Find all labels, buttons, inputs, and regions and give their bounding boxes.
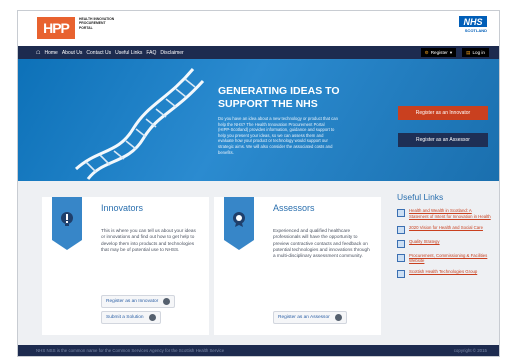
- document-icon: [397, 239, 405, 248]
- register-assessor-button[interactable]: Register as an Assessor: [398, 133, 488, 147]
- login-button[interactable]: ▤ Log in: [462, 48, 489, 57]
- caret-down-icon: ▾: [449, 49, 453, 55]
- submit-solution-label: Submit a Solution: [106, 315, 144, 320]
- useful-link-item[interactable]: Procurement, Commissioning & Facilities …: [397, 253, 492, 265]
- hero-text: Do you have an idea about a new technolo…: [218, 116, 338, 155]
- dna-helix-icon: [74, 68, 205, 180]
- logo-subtitle: HEALTH INNOVATION PROCUREMENT PORTAL: [79, 17, 115, 30]
- submit-solution-button[interactable]: Submit a Solution: [101, 311, 161, 324]
- useful-links-title: Useful Links: [397, 192, 444, 202]
- innovators-register-button[interactable]: Register as an Innovator: [101, 295, 176, 308]
- document-icon: [397, 253, 405, 262]
- register-icon: ⚙: [424, 49, 429, 55]
- hipp-logo[interactable]: HPP: [37, 17, 75, 39]
- innovators-card: Innovators This is where you can tell us…: [42, 197, 209, 335]
- home-icon[interactable]: ☖: [36, 50, 40, 56]
- main-navigation: ☖ Home About Us Contact Us Useful Links …: [18, 46, 499, 59]
- login-icon: ▤: [466, 49, 471, 55]
- arrow-circle-icon: [334, 314, 342, 321]
- browser-frame: HPP HEALTH INNOVATION PROCUREMENT PORTAL…: [17, 10, 500, 357]
- innovators-register-label: Register as an Innovator: [106, 299, 159, 304]
- useful-link-item[interactable]: Health and Wealth in Scotland: A Stateme…: [397, 208, 492, 220]
- arrow-circle-icon: [148, 314, 156, 321]
- useful-links-panel: Useful Links Health and Wealth in Scotla…: [397, 192, 492, 283]
- document-icon: [397, 225, 405, 234]
- document-icon: [397, 209, 405, 217]
- hero-title: GENERATING IDEAS TO SUPPORT THE NHS: [218, 85, 340, 110]
- useful-link-label[interactable]: Quality Strategy: [409, 239, 440, 248]
- nhs-subtitle: SCOTLAND: [464, 28, 487, 33]
- register-innovator-button[interactable]: Register as an Innovator: [398, 106, 488, 120]
- useful-link-label[interactable]: 2020 Vision for Health and Social Care: [409, 225, 483, 234]
- lightbulb-icon: [61, 212, 73, 226]
- footer-text: NHS NSS is the common name for the Commo…: [36, 348, 225, 353]
- nav-contact-us[interactable]: Contact Us: [86, 50, 111, 56]
- useful-link-label[interactable]: Procurement, Commissioning & Facilities …: [409, 253, 492, 265]
- useful-link-label[interactable]: Scottish Health Technologies Group: [409, 269, 477, 278]
- useful-link-item[interactable]: Scottish Health Technologies Group: [397, 269, 492, 279]
- badge-icon: [233, 212, 245, 227]
- useful-link-item[interactable]: 2020 Vision for Health and Social Care: [397, 225, 492, 234]
- nhs-logo: NHS: [459, 16, 487, 27]
- nav-disclaimer[interactable]: Disclaimer: [160, 50, 183, 56]
- nav-account-actions: ⚙ Register ▾ ▤ Log in: [420, 48, 489, 57]
- hero-banner: GENERATING IDEAS TO SUPPORT THE NHS Do y…: [18, 59, 499, 181]
- assessors-register-button[interactable]: Register as an Assessor: [273, 311, 347, 324]
- innovators-title: Innovators: [101, 203, 144, 213]
- assessors-card: Assessors Experienced and qualified heal…: [214, 197, 381, 335]
- site-header: HPP HEALTH INNOVATION PROCUREMENT PORTAL…: [18, 11, 499, 46]
- useful-link-item[interactable]: Quality Strategy: [397, 239, 492, 248]
- innovators-text: This is where you can tell us about your…: [101, 228, 196, 252]
- nav-faq[interactable]: FAQ: [146, 50, 156, 56]
- register-label: Register: [430, 50, 448, 55]
- useful-link-label[interactable]: Health and Wealth in Scotland: A Stateme…: [409, 208, 492, 220]
- assessors-title: Assessors: [273, 203, 315, 213]
- arrow-circle-icon: [163, 298, 171, 305]
- assessors-register-label: Register as an Assessor: [278, 315, 330, 320]
- login-label: Log in: [472, 50, 485, 55]
- assessors-text: Experienced and qualified healthcare pro…: [273, 228, 370, 259]
- nav-home[interactable]: Home: [44, 50, 57, 56]
- register-dropdown[interactable]: ⚙ Register ▾: [420, 48, 457, 57]
- nav-about-us[interactable]: About Us: [62, 50, 83, 56]
- footer-copyright: copyright © 2015: [453, 348, 487, 353]
- nav-links: ☖ Home About Us Contact Us Useful Links …: [36, 46, 184, 59]
- logo-text: HPP: [43, 20, 70, 36]
- document-icon: [397, 270, 405, 279]
- site-footer: NHS NSS is the common name for the Commo…: [18, 345, 499, 356]
- nav-useful-links[interactable]: Useful Links: [115, 50, 142, 56]
